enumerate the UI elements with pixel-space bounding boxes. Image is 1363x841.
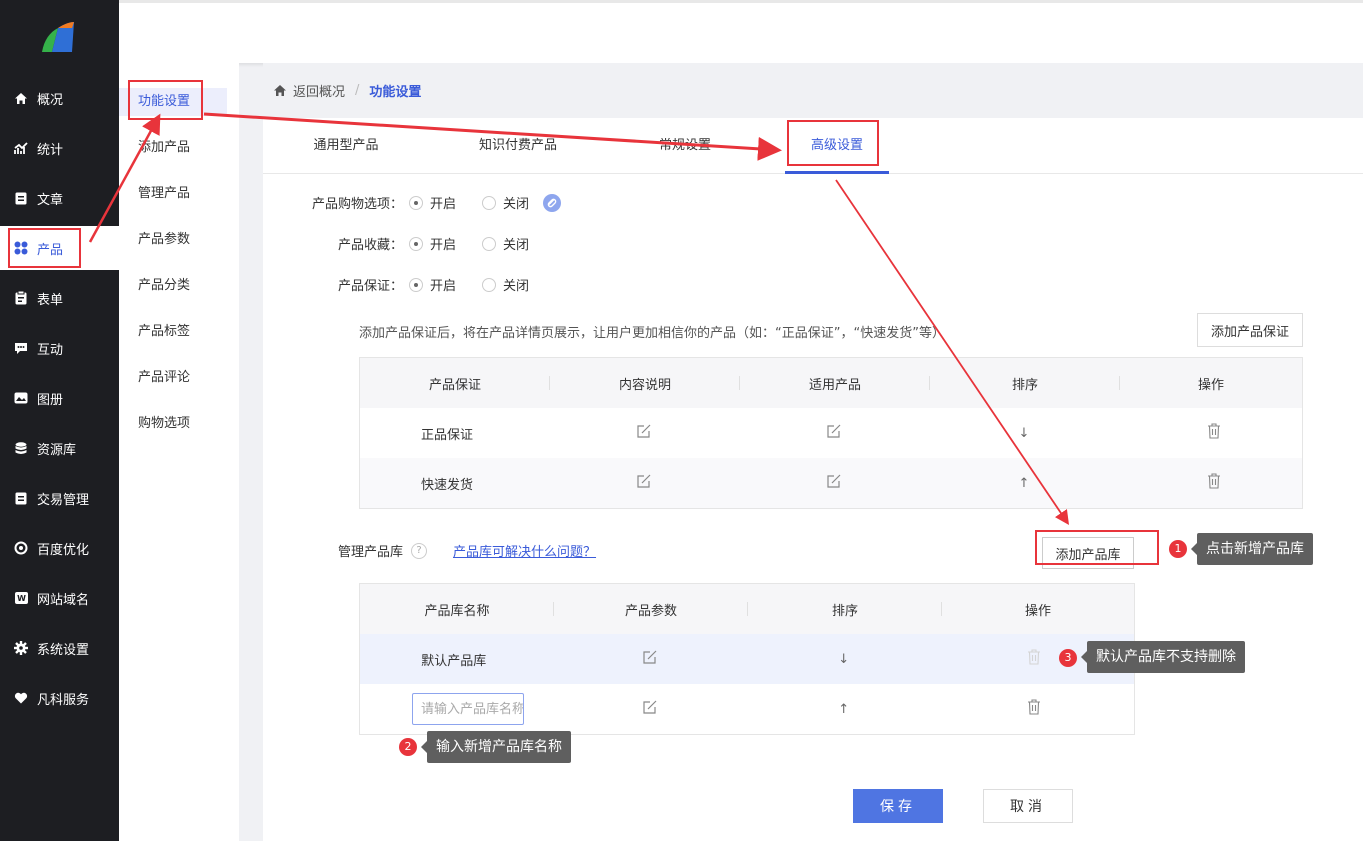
step-badge-3: 3 xyxy=(1059,649,1077,667)
annotation-arrows xyxy=(88,112,1070,525)
tip-input-library-name: 输入新增产品库名称 xyxy=(421,731,571,763)
app-root: 概况 统计 文章 产品 表单 互动 图册 资源库 交易管理 百度优化 W 网站域… xyxy=(0,0,1363,841)
arrow-advanced-to-add-library xyxy=(835,179,1070,525)
arrow-product-to-settings xyxy=(88,113,161,243)
tip-add-library: 点击新增产品库 xyxy=(1191,533,1313,565)
tip-default-no-delete: 默认产品库不支持删除 xyxy=(1081,641,1245,673)
arrow-settings-to-advanced xyxy=(203,112,782,161)
step-badge-2: 2 xyxy=(399,738,417,756)
step-badge-1: 1 xyxy=(1169,540,1187,558)
